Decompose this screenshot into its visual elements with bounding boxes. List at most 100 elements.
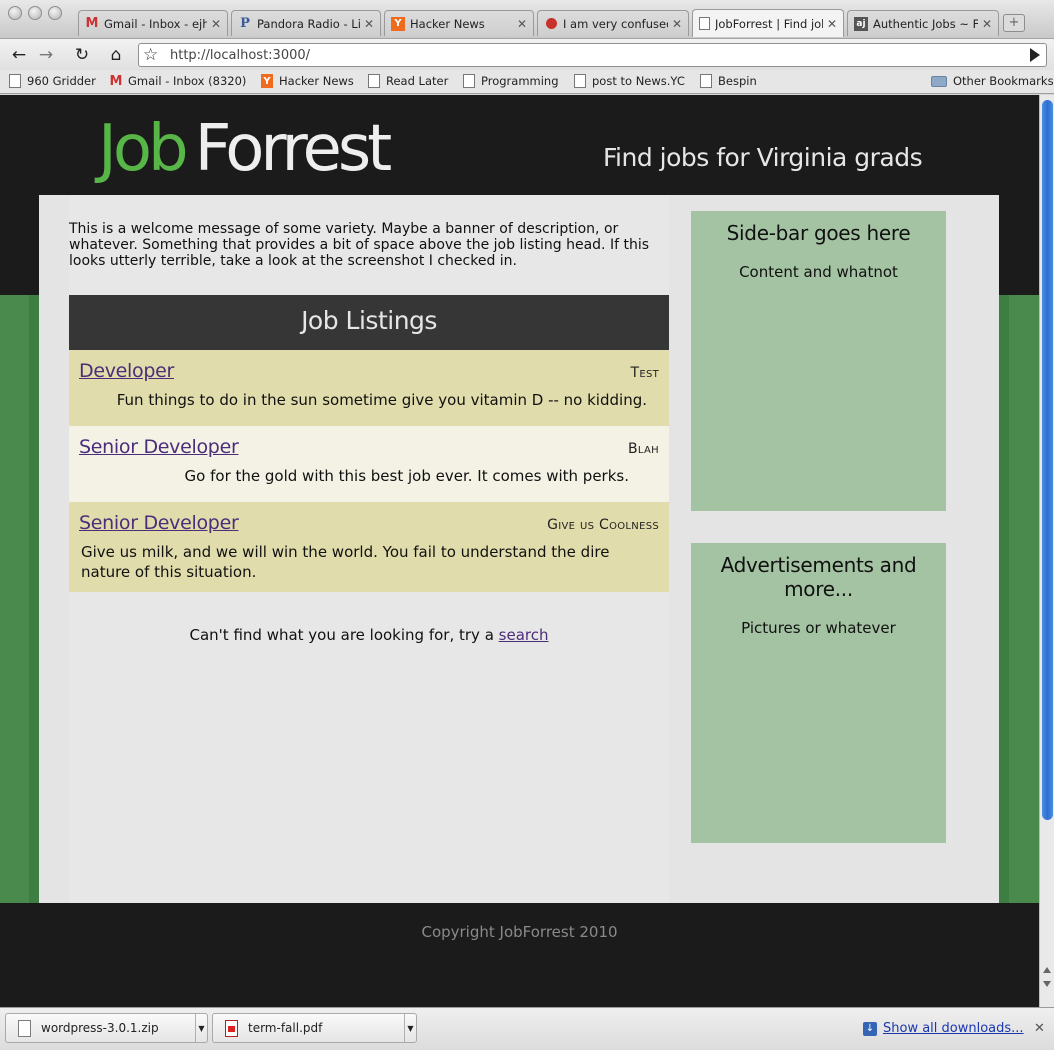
home-icon[interactable]: ⌂ <box>104 43 128 67</box>
file-icon <box>18 1019 31 1037</box>
sidebar-title: Side-bar goes here <box>726 221 911 245</box>
show-all-downloads-link[interactable]: Show all downloads... <box>883 1021 1024 1036</box>
dropdown-arrow-icon[interactable]: ▼ <box>195 1014 207 1042</box>
job-description: Give us milk, and we will win the world.… <box>81 543 610 581</box>
tab-jobforrest[interactable]: JobForrest | Find job ✕ <box>692 9 844 37</box>
vertical-scrollbar[interactable] <box>1039 95 1054 1007</box>
hacker-news-icon: Y <box>391 16 405 31</box>
download-filename: wordpress-3.0.1.zip <box>41 1021 159 1035</box>
download-item-wordpress[interactable]: wordpress-3.0.1.zip ▼ <box>5 1013 208 1043</box>
job-title-link[interactable]: Senior Developer <box>79 436 239 458</box>
site-icon <box>544 17 558 31</box>
job-listings: Job Listings Developer Test Fun things t… <box>69 295 669 592</box>
tab-label: JobForrest | Find job <box>715 16 823 31</box>
bookmark-label: Bespin <box>718 74 757 88</box>
tab-label: I am very confused <box>563 16 668 31</box>
bookmark-label: Read Later <box>386 74 449 88</box>
tab-confused[interactable]: I am very confused ✕ <box>537 10 689 36</box>
close-icon[interactable]: ✕ <box>364 17 374 31</box>
download-icon: ↓ <box>863 1021 877 1036</box>
folder-icon <box>931 75 947 87</box>
forward-arrow-icon[interactable]: → <box>34 43 58 67</box>
pdf-file-icon <box>225 1019 238 1037</box>
close-icon[interactable]: ✕ <box>672 17 682 31</box>
job-company: Test <box>630 365 659 381</box>
close-icon[interactable]: ✕ <box>827 17 837 31</box>
not-found-text: Can't find what you are looking for, try… <box>189 626 494 644</box>
job-listing: Senior Developer Give us Coolness Give u… <box>69 502 669 592</box>
bookmark-star-icon[interactable]: ☆ <box>143 45 158 65</box>
listings-heading: Job Listings <box>69 295 669 350</box>
dropdown-arrow-icon[interactable]: ▼ <box>404 1014 416 1042</box>
bookmark-hacker-news[interactable]: Y Hacker News <box>261 74 354 88</box>
close-icon[interactable]: ✕ <box>1034 1021 1045 1036</box>
scroll-down-arrow-icon[interactable] <box>1043 981 1051 987</box>
scroll-up-arrow-icon[interactable] <box>1043 967 1051 973</box>
bookmark-post-to-news-yc[interactable]: post to News.YC <box>574 74 685 88</box>
tab-label: Authentic Jobs ~ Ful <box>873 16 978 31</box>
close-icon[interactable]: ✕ <box>211 17 221 31</box>
gmail-icon: M <box>85 16 99 31</box>
page-viewport: Job Forrest Find jobs for Virginia grads … <box>0 95 1039 1007</box>
job-title-link[interactable]: Senior Developer <box>79 512 239 534</box>
bookmark-read-later[interactable]: Read Later <box>368 74 448 88</box>
logo-forrest: Forrest <box>194 112 393 186</box>
download-filename: term-fall.pdf <box>248 1021 323 1035</box>
search-link[interactable]: search <box>499 626 549 644</box>
job-company: Give us Coolness <box>547 517 659 533</box>
scrollbar-thumb[interactable] <box>1042 100 1053 820</box>
pandora-icon: P <box>240 16 250 31</box>
bookmarks-bar: 960 Gridder M Gmail - Inbox (8320) Y Hac… <box>0 70 1054 94</box>
new-tab-button[interactable]: + <box>1003 14 1025 32</box>
job-description: Go for the gold with this best job ever.… <box>184 467 629 485</box>
site-logo[interactable]: Job Forrest <box>88 109 393 189</box>
download-item-term-fall[interactable]: term-fall.pdf ▼ <box>212 1013 417 1043</box>
other-bookmarks[interactable]: Other Bookmarks <box>931 74 1054 88</box>
not-found-message: Can't find what you are looking for, try… <box>69 626 669 644</box>
go-arrow-icon[interactable] <box>1030 48 1040 62</box>
tab-gmail[interactable]: M Gmail - Inbox - ejh ✕ <box>78 10 228 36</box>
main-column: This is a welcome message of some variet… <box>69 195 669 903</box>
site-footer: Copyright JobForrest 2010 <box>0 903 1039 1007</box>
ads-content: Pictures or whatever <box>741 619 896 637</box>
bookmark-label: 960 Gridder <box>27 74 96 88</box>
tab-pandora[interactable]: P Pandora Radio - List ✕ <box>231 10 381 36</box>
back-arrow-icon[interactable]: ← <box>7 43 31 67</box>
gmail-icon: M <box>109 73 123 89</box>
ads-box: Advertisements and more... Pictures or w… <box>691 543 946 843</box>
minimize-window-button[interactable] <box>28 6 42 20</box>
other-bookmarks-label: Other Bookmarks <box>953 74 1054 88</box>
sidebar-box: Side-bar goes here Content and whatnot <box>691 211 946 511</box>
bookmark-programming[interactable]: Programming <box>463 74 559 88</box>
logo-job: Job <box>98 112 189 186</box>
bookmark-gmail[interactable]: M Gmail - Inbox (8320) <box>109 73 247 89</box>
show-all-downloads[interactable]: ↓ Show all downloads... <box>863 1021 1024 1036</box>
bookmark-bespin[interactable]: Bespin <box>700 74 757 88</box>
tab-label: Hacker News <box>410 16 485 31</box>
content-container: This is a welcome message of some variet… <box>39 195 999 903</box>
job-title-link[interactable]: Developer <box>79 360 174 382</box>
sidebar-content: Content and whatnot <box>739 263 898 281</box>
welcome-message: This is a welcome message of some variet… <box>69 221 650 269</box>
close-icon[interactable]: ✕ <box>982 17 992 31</box>
page-icon <box>574 74 586 88</box>
bookmark-960-gridder[interactable]: 960 Gridder <box>9 74 96 88</box>
reload-icon[interactable]: ↻ <box>70 43 94 67</box>
url-input[interactable] <box>170 47 990 64</box>
close-window-button[interactable] <box>8 6 22 20</box>
job-listing: Senior Developer Blah Go for the gold wi… <box>69 426 669 502</box>
page-icon <box>699 17 710 30</box>
bookmark-label: Programming <box>481 74 559 88</box>
browser-toolbar: ← → ↻ ⌂ ☆ <box>0 38 1054 70</box>
zoom-window-button[interactable] <box>48 6 62 20</box>
hacker-news-icon: Y <box>261 74 273 88</box>
address-bar[interactable]: ☆ <box>138 43 1047 67</box>
close-icon[interactable]: ✕ <box>517 17 527 31</box>
page-icon <box>9 74 21 88</box>
ads-title: Advertisements and more... <box>720 553 917 601</box>
authentic-jobs-icon: aj <box>854 16 868 31</box>
bookmark-label: Hacker News <box>279 74 354 88</box>
tab-authentic-jobs[interactable]: aj Authentic Jobs ~ Ful ✕ <box>847 10 999 36</box>
tab-hacker-news[interactable]: Y Hacker News ✕ <box>384 10 534 36</box>
job-company: Blah <box>628 441 659 457</box>
